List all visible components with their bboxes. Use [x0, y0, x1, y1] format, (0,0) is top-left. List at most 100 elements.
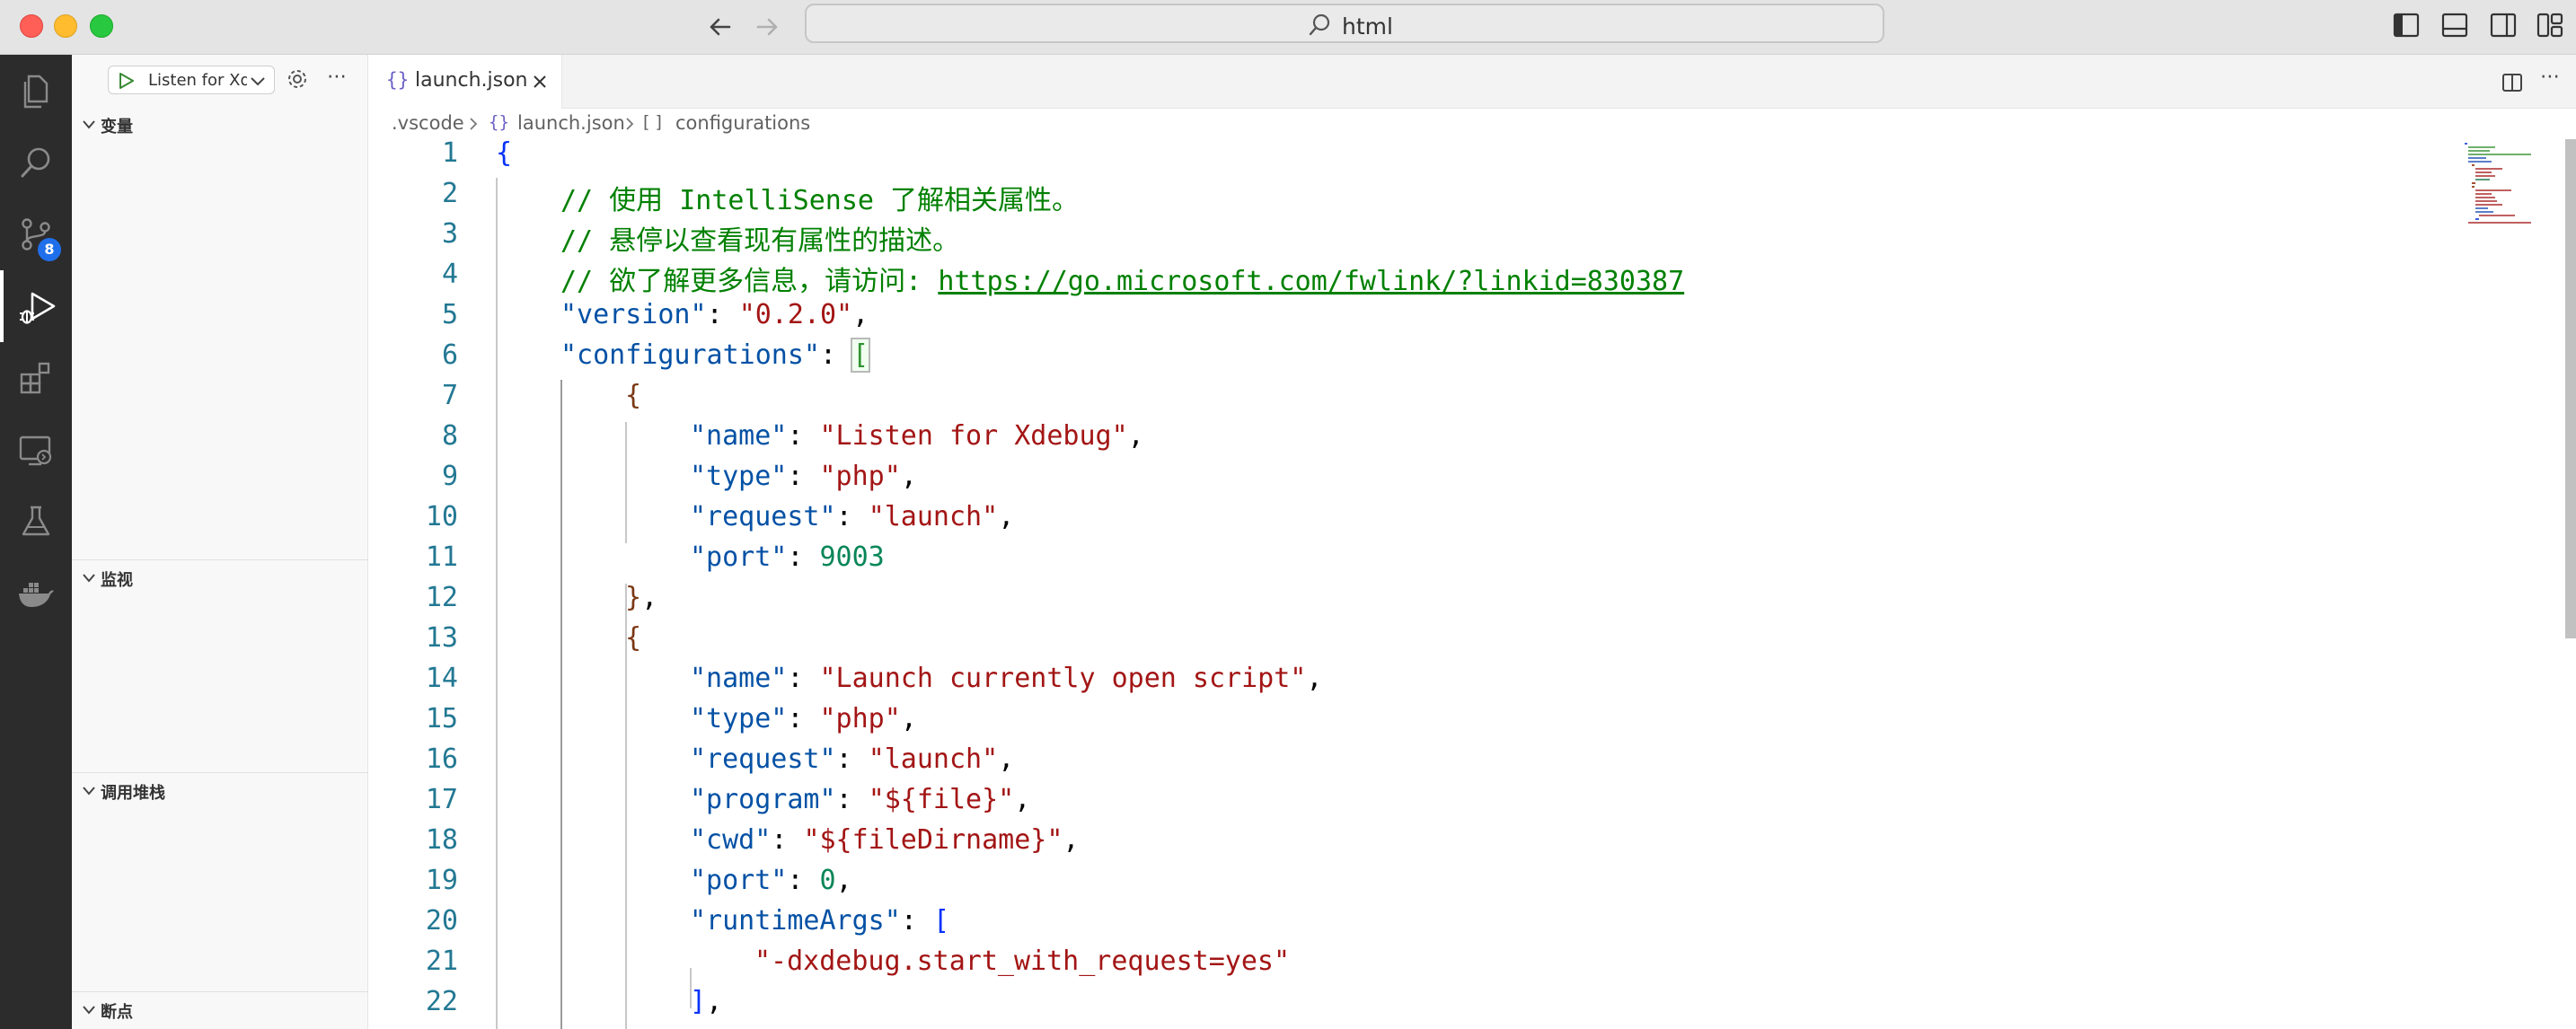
- breadcrumb-file[interactable]: launch.json: [517, 112, 625, 134]
- split-editor-icon[interactable]: [2501, 71, 2524, 94]
- window-maximize-button[interactable]: [90, 14, 113, 38]
- run-and-debug-icon: [20, 292, 56, 324]
- editor-scrollbar[interactable]: [2565, 139, 2576, 638]
- code-line: 13 {: [368, 622, 2452, 663]
- breadcrumb: .vscode {} launch.json [ ] configuration…: [368, 109, 2576, 139]
- toggle-primary-sidebar-icon[interactable]: [2391, 10, 2422, 40]
- line-number: 1: [441, 137, 458, 169]
- command-center-label: html: [1342, 13, 1393, 40]
- code-editor[interactable]: 1 {2// 使用 IntelliSense 了解相关属性。 3 // 悬停以查看现有…: [368, 137, 2452, 1029]
- activity-search[interactable]: [0, 127, 72, 198]
- gear-icon[interactable]: [286, 67, 309, 91]
- code-token: "${fileDirname}": [803, 824, 1063, 856]
- section-title: 变量: [101, 118, 133, 136]
- more-actions-icon[interactable]: ⋯: [327, 66, 347, 88]
- activity-explorer[interactable]: [0, 55, 72, 127]
- code-token: "launch": [868, 501, 999, 532]
- section-breakpoints[interactable]: 断点: [72, 992, 368, 1028]
- code-token: :: [787, 541, 820, 573]
- activity-source-control[interactable]: 8: [0, 198, 72, 270]
- more-actions-icon[interactable]: ⋯: [2540, 66, 2560, 88]
- testing-flask-icon: [22, 506, 50, 536]
- code-line: 5 "version": "0.2.0",: [368, 299, 2452, 339]
- code-token: "0.2.0": [738, 299, 853, 330]
- tab-launch-json[interactable]: {} launch.json: [368, 55, 562, 109]
- section-title: 断点: [101, 1003, 133, 1022]
- activity-docker[interactable]: [0, 558, 72, 629]
- go-forward-icon[interactable]: [749, 9, 785, 45]
- code-line: 20 "runtimeArgs": [: [368, 905, 2452, 945]
- chevron-down-icon: [251, 77, 265, 86]
- code-token: ,: [1127, 420, 1144, 452]
- line-number: 3: [441, 218, 458, 250]
- debug-configuration-select[interactable]: Listen for Xdebug: [108, 66, 275, 94]
- files-icon: [23, 75, 49, 109]
- code-line: 14 "name": "Launch currently open script"…: [368, 663, 2452, 703]
- remote-explorer-icon: [19, 435, 52, 466]
- activity-remote-explorer[interactable]: [0, 414, 72, 486]
- code-token: // 欲了解更多信息，请访问:: [560, 266, 939, 297]
- line-number: 9: [441, 461, 458, 492]
- activity-run-and-debug[interactable]: [0, 270, 72, 342]
- line-number: 5: [441, 299, 458, 330]
- code-token: "request": [690, 743, 836, 775]
- line-number: 22: [425, 986, 458, 1017]
- code-line: 2 // 使用 IntelliSense 了解相关属性。: [368, 178, 2452, 218]
- code-token: ,: [835, 865, 852, 896]
- code-token: ,: [998, 501, 1015, 532]
- code-line: 4 // 欲了解更多信息，请访问: https://go.microsoft.co…: [368, 259, 2452, 299]
- code-token: ]: [690, 986, 707, 1017]
- code-token: :: [787, 420, 820, 452]
- line-number: 20: [425, 905, 458, 937]
- code-link[interactable]: https://go.microsoft.com/fwlink/?linkid=…: [938, 266, 1684, 297]
- breadcrumb-folder[interactable]: .vscode: [392, 112, 464, 134]
- line-number: 21: [425, 945, 458, 977]
- chevron-right-icon: [470, 118, 478, 130]
- line-content: {: [625, 622, 641, 654]
- code-token: :: [900, 905, 933, 937]
- section-title: 监视: [101, 571, 133, 590]
- code-token: // 悬停以查看现有属性的描述。: [560, 225, 960, 257]
- code-token: 0: [819, 865, 836, 896]
- section-variables[interactable]: 变量: [72, 107, 368, 143]
- code-token: ,: [900, 461, 917, 492]
- breadcrumb-symbol[interactable]: configurations: [675, 112, 810, 134]
- section-title: 调用堆栈: [101, 784, 165, 803]
- json-file-icon: {}: [386, 69, 410, 91]
- window-minimize-button[interactable]: [54, 14, 77, 38]
- go-back-icon[interactable]: [702, 9, 738, 45]
- activity-extensions[interactable]: [0, 342, 72, 414]
- code-line: 16 "request": "launch",: [368, 743, 2452, 784]
- section-call-stack[interactable]: 调用堆栈: [72, 773, 368, 809]
- code-line: 18 "cwd": "${fileDirname}",: [368, 824, 2452, 865]
- code-token: // 使用 IntelliSense 了解相关属性。: [560, 185, 1080, 216]
- code-line: 17 "program": "${file}",: [368, 784, 2452, 824]
- line-content: "-dxdebug.start_with_request=yes": [754, 945, 1290, 977]
- start-debugging-icon[interactable]: [116, 72, 137, 90]
- line-number: 11: [425, 541, 458, 573]
- code-token: "php": [819, 703, 901, 734]
- code-line: 9 "type": "php",: [368, 461, 2452, 501]
- code-token: "program": [690, 784, 836, 815]
- close-icon[interactable]: [530, 72, 550, 92]
- line-content: "configurations": [: [560, 338, 871, 373]
- line-number: 16: [425, 743, 458, 775]
- line-content: // 欲了解更多信息，请访问: https://go.microsoft.com…: [560, 259, 1684, 298]
- line-content: "runtimeArgs": [: [690, 905, 949, 937]
- toggle-secondary-sidebar-icon[interactable]: [2488, 10, 2519, 40]
- code-token: "cwd": [690, 824, 772, 856]
- debug-configuration-label: Listen for Xdebug: [148, 71, 247, 90]
- toggle-panel-icon[interactable]: [2439, 10, 2470, 40]
- search-icon: [21, 147, 50, 178]
- window-close-button[interactable]: [20, 14, 43, 38]
- command-center-search[interactable]: html: [805, 4, 1884, 43]
- line-number: 12: [425, 582, 458, 613]
- activity-bar: 8: [0, 55, 72, 1029]
- activity-testing[interactable]: [0, 486, 72, 558]
- section-watch[interactable]: 监视: [72, 560, 368, 596]
- minimap[interactable]: [2461, 139, 2569, 229]
- line-content: ],: [690, 986, 722, 1017]
- line-content: {: [625, 380, 641, 411]
- customize-layout-icon[interactable]: [2535, 10, 2565, 40]
- code-token: :: [819, 339, 853, 371]
